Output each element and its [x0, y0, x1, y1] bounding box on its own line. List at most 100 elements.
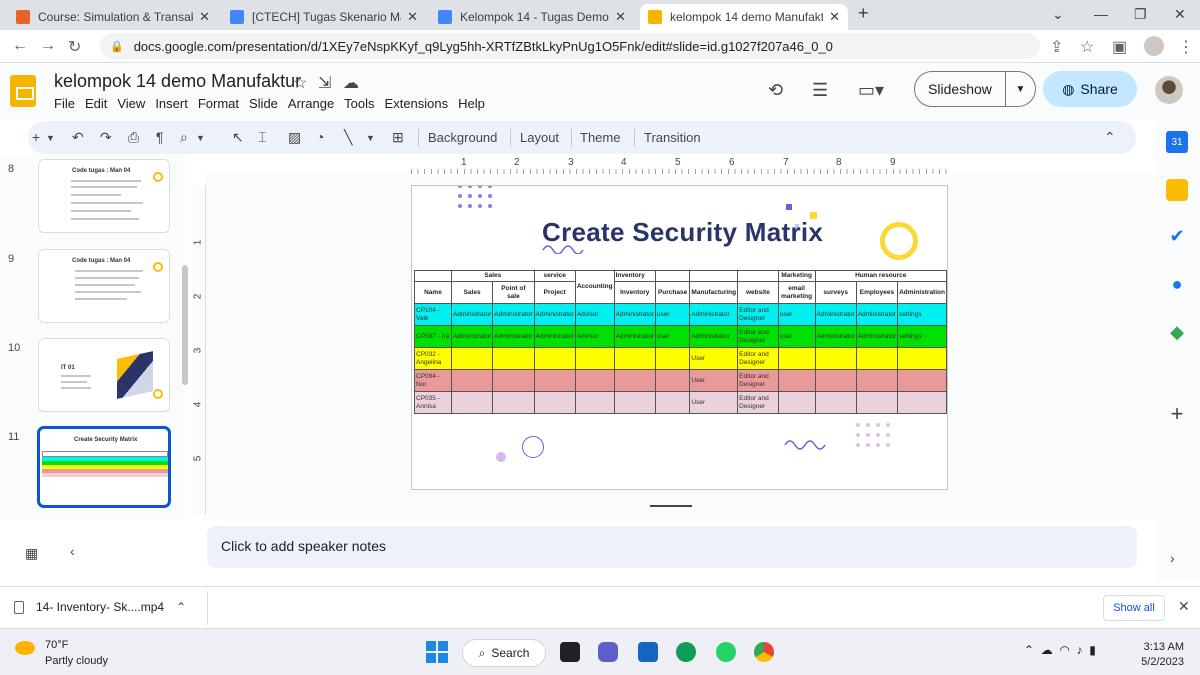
- clock-date[interactable]: 5/2/2023: [1134, 656, 1184, 668]
- table-cell[interactable]: User: [689, 347, 739, 370]
- slide-thumbnail-9[interactable]: Code tugas : Man 04: [38, 249, 170, 323]
- slide-thumbnail-11[interactable]: Create Security Matrix: [38, 427, 170, 507]
- table-cell[interactable]: User: [689, 391, 739, 414]
- close-tab-icon[interactable]: ✕: [199, 9, 210, 25]
- current-slide[interactable]: Create Security Matrix Sales service Acc…: [411, 185, 948, 490]
- table-row-name-cell[interactable]: CP035 - Annisa: [414, 391, 452, 414]
- slideshow-dropdown-icon[interactable]: ▼: [1006, 71, 1036, 107]
- move-folder-icon[interactable]: ⇲: [318, 73, 331, 93]
- redo-icon[interactable]: ↷: [100, 129, 112, 146]
- table-row[interactable]: CP035 - Annisa User Editor and Designer: [414, 391, 947, 414]
- menu-help[interactable]: Help: [458, 96, 492, 111]
- table-cell[interactable]: Administrator: [492, 325, 535, 348]
- table-cell[interactable]: User: [689, 369, 739, 392]
- teams-chat-icon[interactable]: [598, 642, 618, 662]
- menu-extensions[interactable]: Extensions: [385, 96, 456, 111]
- table-cell[interactable]: Administrator: [533, 303, 576, 326]
- table-cell[interactable]: [613, 347, 656, 370]
- store-icon[interactable]: [638, 642, 658, 662]
- slide-thumbnail-10[interactable]: IT 01: [38, 338, 170, 412]
- new-tab-button[interactable]: +: [858, 3, 869, 24]
- menu-insert[interactable]: Insert: [155, 96, 195, 111]
- table-row[interactable]: CP094 - Nur User Editor and Designer: [414, 369, 947, 392]
- table-cell[interactable]: [855, 391, 899, 414]
- table-row[interactable]: CP104 - Vale Administrator Administrator Ad…: [414, 303, 947, 326]
- table-cell[interactable]: Editor and Designer: [737, 325, 779, 348]
- theme-button[interactable]: Theme: [580, 130, 620, 145]
- reload-icon[interactable]: ↻: [68, 37, 81, 57]
- browser-tab-1[interactable]: Course: Simulation & Transaksi D ✕: [8, 4, 218, 30]
- new-slide-dropdown-icon[interactable]: ▼: [46, 133, 55, 143]
- table-cell[interactable]: [574, 391, 615, 414]
- comments-icon[interactable]: ☰: [812, 80, 828, 101]
- text-box-icon[interactable]: ⌶: [258, 129, 266, 146]
- forward-icon[interactable]: →: [40, 37, 56, 55]
- download-item[interactable]: 14- Inventory- Sk....mp4 ⌃: [14, 600, 186, 614]
- menu-arrange[interactable]: Arrange: [288, 96, 341, 111]
- share-button[interactable]: ◍ Share: [1043, 71, 1137, 107]
- print-icon[interactable]: ⎙: [128, 129, 139, 146]
- menu-format[interactable]: Format: [198, 96, 246, 111]
- table-cell[interactable]: Administrator: [533, 325, 576, 348]
- table-cell[interactable]: [654, 369, 691, 392]
- version-history-icon[interactable]: ⟲: [768, 80, 783, 101]
- security-matrix-table[interactable]: Sales service Accounting Inventory Marke…: [414, 270, 947, 414]
- table-cell[interactable]: [613, 391, 656, 414]
- restore-icon[interactable]: ❐: [1134, 6, 1147, 23]
- close-tab-icon[interactable]: ✕: [829, 9, 840, 25]
- task-view-icon[interactable]: [560, 642, 580, 662]
- table-cell[interactable]: [492, 369, 535, 392]
- table-cell[interactable]: [777, 369, 816, 392]
- taskbar-search-button[interactable]: ⌕ Search: [462, 639, 546, 667]
- table-cell[interactable]: [492, 347, 535, 370]
- clock-time[interactable]: 3:13 AM: [1142, 641, 1184, 653]
- close-tab-icon[interactable]: ✕: [407, 9, 418, 25]
- address-bar[interactable]: 🔒 docs.google.com/presentation/d/1XEy7eN…: [100, 33, 1040, 59]
- table-cell[interactable]: Administrator: [855, 303, 899, 326]
- menu-slide[interactable]: Slide: [249, 96, 285, 111]
- edge-icon[interactable]: [676, 642, 696, 662]
- image-icon[interactable]: ▨: [288, 129, 301, 146]
- layout-button[interactable]: Layout: [520, 130, 559, 145]
- close-downloads-icon[interactable]: ✕: [1178, 598, 1190, 615]
- table-cell[interactable]: [533, 347, 576, 370]
- table-cell[interactable]: [574, 369, 615, 392]
- table-cell[interactable]: [654, 391, 691, 414]
- slideshow-button[interactable]: Slideshow: [914, 71, 1006, 107]
- chrome-icon[interactable]: [754, 642, 774, 662]
- table-cell[interactable]: Administrator: [613, 325, 656, 348]
- document-title[interactable]: kelompok 14 demo Manufaktur: [54, 71, 301, 92]
- table-cell[interactable]: [897, 369, 947, 392]
- table-row-name-cell[interactable]: CP104 - Vale: [414, 303, 452, 326]
- table-cell[interactable]: [855, 347, 899, 370]
- table-cell[interactable]: settings: [897, 303, 947, 326]
- collapse-filmstrip-icon[interactable]: ‹: [70, 543, 75, 559]
- meet-icon[interactable]: ▭▾: [858, 80, 884, 101]
- table-cell[interactable]: [533, 391, 576, 414]
- table-cell[interactable]: [574, 347, 615, 370]
- zoom-dropdown-icon[interactable]: ▼: [196, 133, 205, 143]
- filmstrip-scrollbar[interactable]: [182, 265, 188, 385]
- chevron-up-icon[interactable]: ⌃: [176, 600, 186, 614]
- shape-icon[interactable]: ◔: [316, 129, 324, 145]
- table-cell[interactable]: [613, 369, 656, 392]
- table-cell[interactable]: Advisor: [574, 325, 615, 348]
- table-cell[interactable]: [897, 347, 947, 370]
- table-cell[interactable]: [777, 347, 816, 370]
- background-button[interactable]: Background: [428, 130, 497, 145]
- share-page-icon[interactable]: ⇪: [1050, 37, 1063, 57]
- weather-temperature[interactable]: 70°F: [45, 639, 68, 651]
- bookmark-star-icon[interactable]: ☆: [1080, 37, 1094, 57]
- table-cell[interactable]: [450, 369, 494, 392]
- table-cell[interactable]: [654, 347, 691, 370]
- table-cell[interactable]: Editor and Designer: [737, 391, 779, 414]
- table-row[interactable]: CP032 - Angelina User Editor and Designer: [414, 347, 947, 370]
- table-cell[interactable]: user: [654, 325, 691, 348]
- table-cell[interactable]: Editor and Designer: [737, 347, 779, 370]
- transition-button[interactable]: Transition: [644, 130, 701, 145]
- table-cell[interactable]: Administrator: [492, 303, 535, 326]
- star-icon[interactable]: ☆: [293, 73, 307, 93]
- table-cell[interactable]: [777, 391, 816, 414]
- back-icon[interactable]: ←: [12, 37, 28, 55]
- minimize-icon[interactable]: —: [1094, 6, 1108, 22]
